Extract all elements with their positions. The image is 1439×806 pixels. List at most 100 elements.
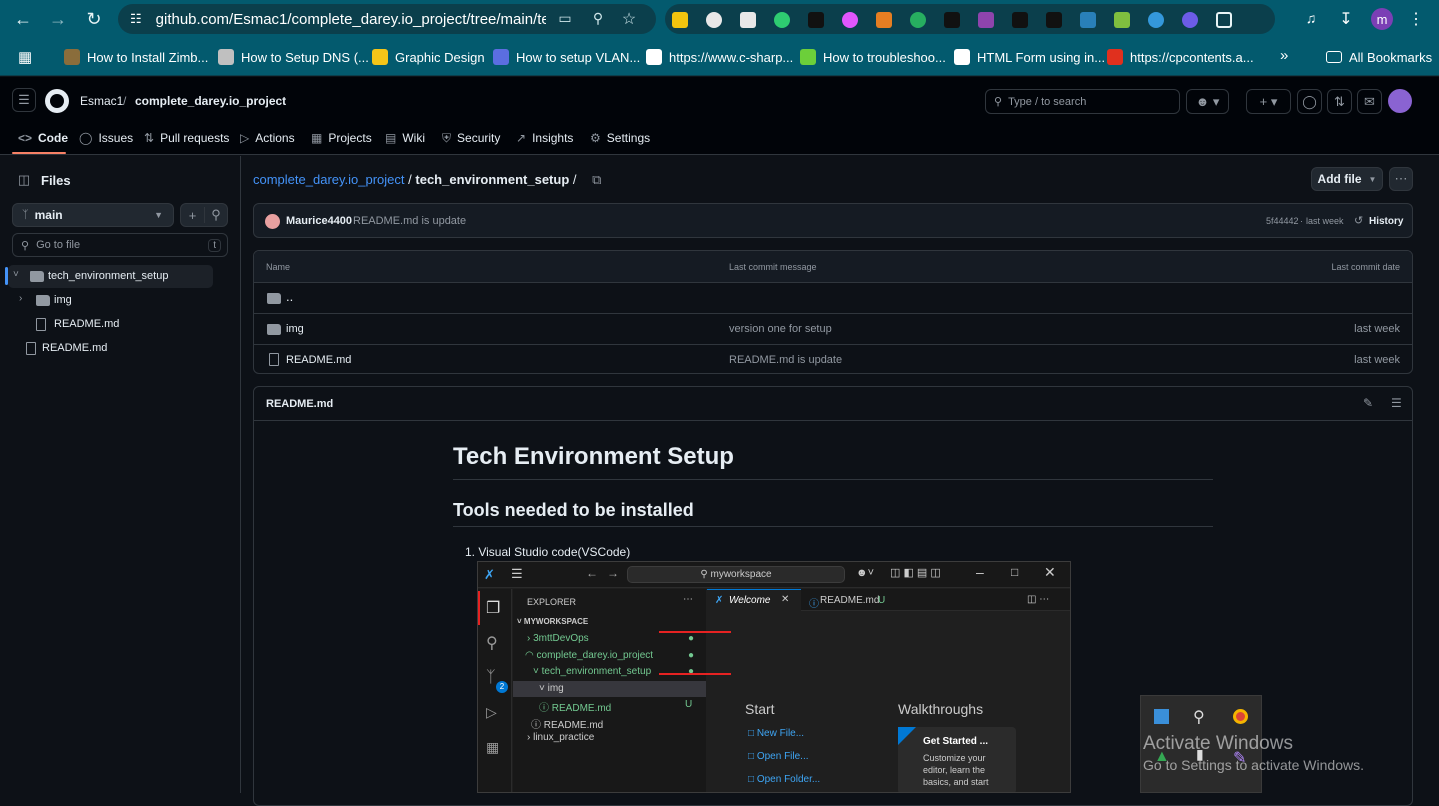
avatar[interactable] xyxy=(1388,89,1412,113)
download-icon[interactable]: ↧ xyxy=(1337,9,1355,28)
edit-pencil-icon[interactable]: ✎ xyxy=(1363,396,1373,410)
tray-app-icon[interactable]: ⚲ xyxy=(1193,707,1205,727)
extension-icon[interactable] xyxy=(910,12,926,28)
tab-issues[interactable]: ◯ Issues xyxy=(79,129,133,147)
bookmark-item[interactable]: How to Setup DNS (... xyxy=(218,48,369,66)
branch-selector[interactable]: ᛉ main ▼ xyxy=(12,203,174,227)
tray-app-icon[interactable] xyxy=(1154,709,1169,724)
bookmark-item[interactable]: How to troubleshoo... xyxy=(800,48,946,66)
extension-icon[interactable] xyxy=(1046,12,1062,28)
zoom-icon[interactable]: ⚲ xyxy=(589,10,607,28)
table-row[interactable]: img version one for setup last week xyxy=(254,313,1412,344)
install-app-icon[interactable]: ▭ xyxy=(556,10,574,28)
chevron-right-icon[interactable]: › xyxy=(19,293,22,304)
issues-icon[interactable]: ◯ xyxy=(1297,89,1322,114)
github-logo-icon[interactable] xyxy=(45,89,69,113)
extension-icon[interactable] xyxy=(1080,12,1096,28)
tab-pull-requests[interactable]: ⇅ Pull requests xyxy=(144,129,229,147)
inbox-icon[interactable]: ✉ xyxy=(1357,89,1382,114)
tree-item[interactable]: README.md xyxy=(0,313,213,336)
star-icon[interactable]: ☆ xyxy=(620,9,638,28)
bookmark-item[interactable]: How to setup VLAN... xyxy=(493,48,640,66)
extension-icon[interactable] xyxy=(672,12,688,28)
tree-item[interactable]: › img xyxy=(0,289,213,312)
commit-author[interactable]: Maurice4400 xyxy=(286,215,352,227)
extension-icon[interactable] xyxy=(1148,12,1164,28)
bookmark-item[interactable]: How to Install Zimb... xyxy=(64,48,208,66)
all-bookmarks[interactable]: All Bookmarks xyxy=(1326,48,1432,66)
annotation-arrow xyxy=(659,631,731,633)
files-title: Files xyxy=(41,173,71,188)
pull-requests-icon[interactable]: ⇅ xyxy=(1327,89,1352,114)
tab-settings[interactable]: ⚙ Settings xyxy=(590,129,650,147)
forward-arrow-icon: → xyxy=(607,566,619,580)
reload-icon[interactable]: ↻ xyxy=(79,4,109,34)
add-file-icon[interactable]: + xyxy=(181,208,204,223)
history-link[interactable]: History xyxy=(1369,216,1403,227)
forward-arrow-icon[interactable]: → xyxy=(43,4,73,34)
puzzle-icon[interactable] xyxy=(1216,12,1232,28)
file-name-link[interactable]: README.md xyxy=(286,354,351,366)
file-tree-sidebar: ◫ Files ᛉ main ▼ + ⚲ ⚲ Go to file t ˅ tec… xyxy=(0,156,241,793)
apps-grid-icon[interactable]: ▦ xyxy=(18,48,32,66)
more-options-icon[interactable]: ⋯ xyxy=(1389,167,1413,191)
parent-directory-link[interactable]: .. xyxy=(286,289,293,304)
extension-icon[interactable] xyxy=(706,12,722,28)
address-bar[interactable]: ☷ github.com/Esmac1/complete_darey.io_pr… xyxy=(118,4,656,34)
table-row-parent[interactable]: .. xyxy=(254,282,1412,313)
collapse-sidebar-icon[interactable]: ◫ xyxy=(12,168,36,192)
readme-title[interactable]: README.md xyxy=(266,398,333,410)
extension-icon[interactable] xyxy=(1012,12,1028,28)
tab-security[interactable]: ⛨ Security xyxy=(442,129,500,147)
file-name-link[interactable]: img xyxy=(286,323,304,335)
tab-projects[interactable]: ▦ Projects xyxy=(311,129,372,147)
tab-actions[interactable]: ▷ Actions xyxy=(240,129,295,147)
tree-item[interactable]: README.md xyxy=(0,337,213,360)
tab-wiki[interactable]: ▤ Wiki xyxy=(385,129,425,147)
search-input[interactable]: ⚲ Type / to search xyxy=(985,89,1180,114)
site-settings-icon[interactable]: ☷ xyxy=(130,11,142,27)
extension-icon[interactable] xyxy=(808,12,824,28)
tree-item[interactable]: ˅ tech_environment_setup xyxy=(5,265,213,288)
chevron-down-icon[interactable]: ˅ xyxy=(13,269,19,280)
file-icon xyxy=(26,342,36,355)
copilot-button[interactable]: ☻ ▾ xyxy=(1186,89,1229,114)
layout-icons: ◫ ◧ ▤ ◫ xyxy=(890,567,941,579)
extension-icon[interactable] xyxy=(1182,12,1198,28)
extension-icon[interactable] xyxy=(774,12,790,28)
metamask-icon[interactable] xyxy=(876,12,892,28)
bookmark-item[interactable]: https://www.c-sharp... xyxy=(646,48,793,66)
more-bookmarks-icon[interactable]: » xyxy=(1280,47,1288,64)
tab-code[interactable]: <> Code xyxy=(18,129,68,147)
bookmark-item[interactable]: HTML Form using in... xyxy=(954,48,1105,66)
chrome-icon[interactable] xyxy=(1233,709,1248,724)
commit-hash[interactable]: 5f44442 xyxy=(1266,216,1299,226)
menu-kebab-icon[interactable]: ⋮ xyxy=(1407,9,1425,28)
go-to-file-input[interactable]: ⚲ Go to file t xyxy=(12,233,228,257)
media-icon[interactable]: ♫ xyxy=(1302,10,1320,28)
profile-avatar[interactable]: m xyxy=(1371,8,1393,30)
create-new-button[interactable]: + ▾ xyxy=(1246,89,1291,114)
extension-icon[interactable] xyxy=(842,12,858,28)
search-icon[interactable]: ⚲ xyxy=(203,207,227,223)
bookmark-item[interactable]: https://cpcontents.a... xyxy=(1107,48,1254,66)
extension-icon[interactable] xyxy=(1114,12,1130,28)
commit-message-link[interactable]: version one for setup xyxy=(729,323,832,335)
back-arrow-icon[interactable]: ← xyxy=(8,4,38,34)
commit-message-link[interactable]: README.md is update xyxy=(729,354,842,366)
hamburger-menu-icon[interactable]: ☰ xyxy=(12,88,36,112)
table-row[interactable]: README.md README.md is update last week xyxy=(254,344,1412,373)
explorer-icon: ❐ xyxy=(486,600,501,617)
extension-icon[interactable] xyxy=(740,12,756,28)
bookmark-item[interactable]: Graphic Design xyxy=(372,48,485,66)
breadcrumb-repo-link[interactable]: complete_darey.io_project xyxy=(253,172,405,187)
repo-owner-link[interactable]: Esmac1 xyxy=(80,94,123,108)
copy-path-icon[interactable]: ⧉ xyxy=(592,172,601,187)
repo-name-link[interactable]: complete_darey.io_project xyxy=(135,94,286,108)
add-file-button[interactable]: Add file ▼ xyxy=(1311,167,1383,191)
extension-icon[interactable] xyxy=(978,12,994,28)
outline-list-icon[interactable]: ☰ xyxy=(1391,396,1402,410)
commit-message[interactable]: README.md is update xyxy=(353,215,466,227)
extension-icon[interactable] xyxy=(944,12,960,28)
tab-insights[interactable]: ↗ Insights xyxy=(516,129,573,147)
